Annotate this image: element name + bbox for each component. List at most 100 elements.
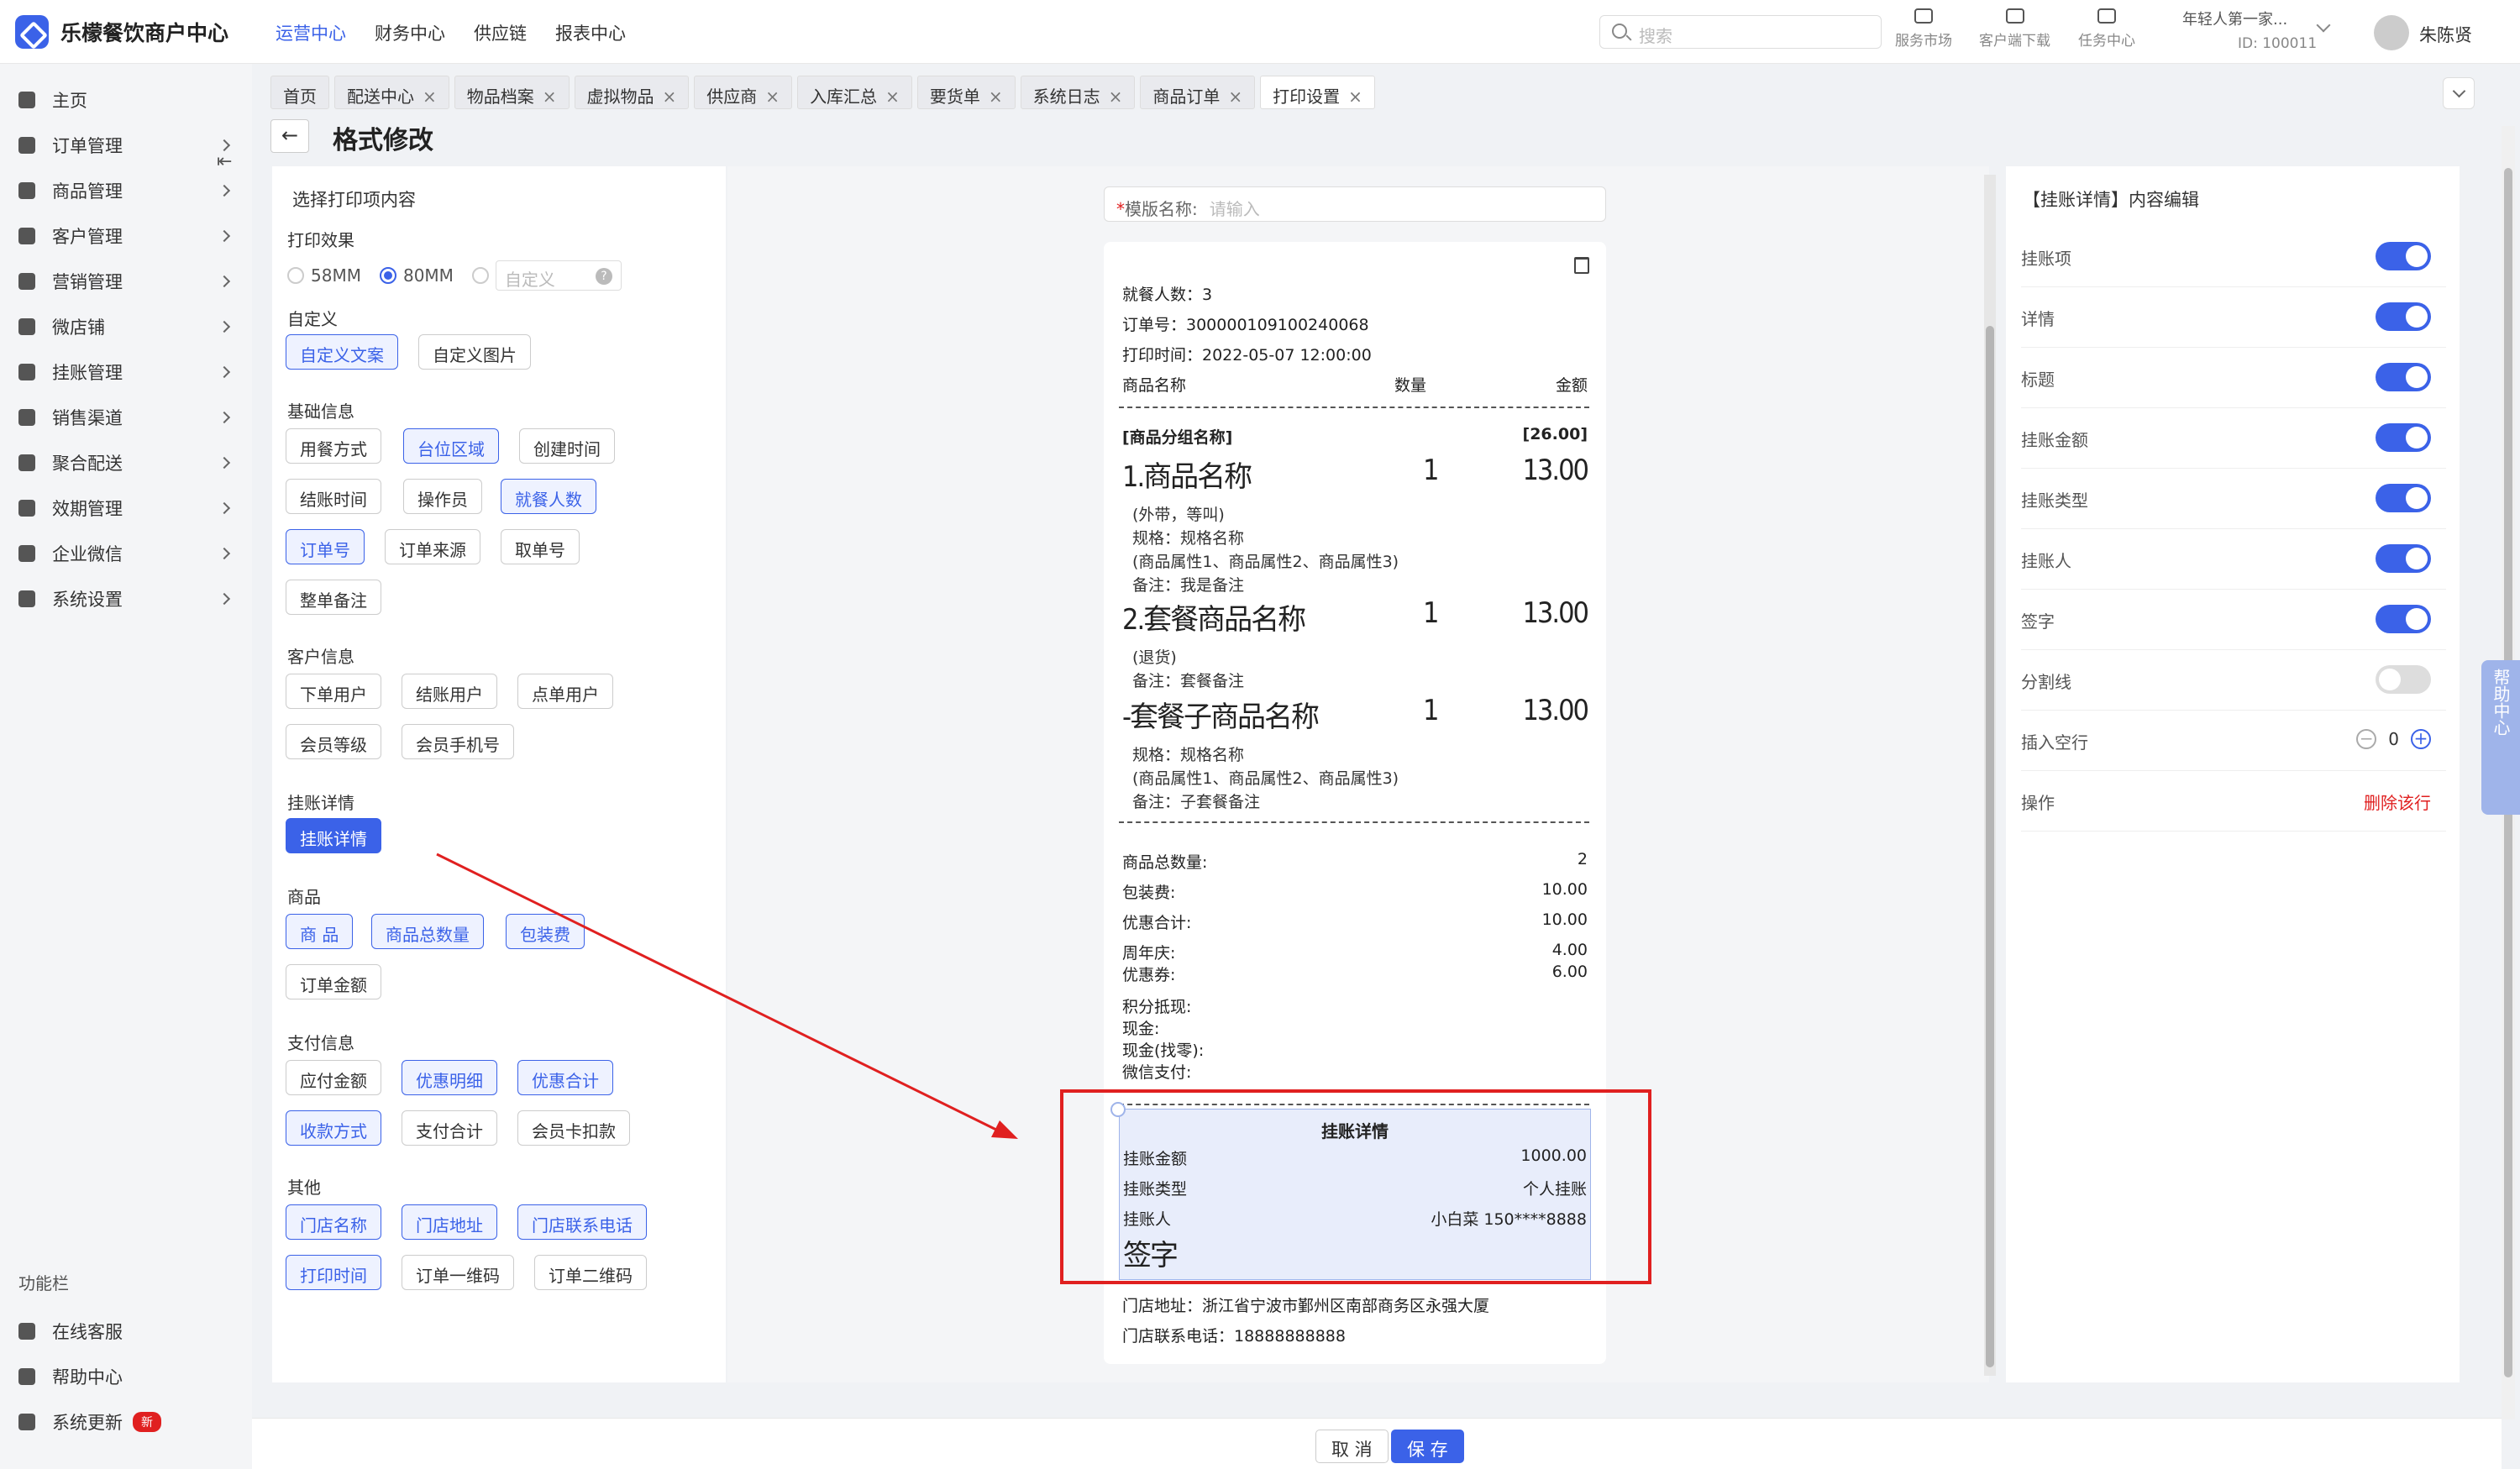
close-icon[interactable]: ×	[765, 87, 780, 107]
delete-row-link[interactable]: 删除该行	[2364, 790, 2431, 814]
chip-store-address[interactable]: 门店地址	[402, 1204, 497, 1240]
store-phone[interactable]: 门店联系电话：18888888888	[1122, 1324, 1346, 1346]
tab-inbound-summary[interactable]: 入库汇总 ×	[797, 76, 912, 109]
client-download-button[interactable]: 客户端下载	[1979, 8, 2050, 50]
toggle-credit-person[interactable]	[2376, 544, 2431, 573]
sidebar-item-home[interactable]: 主页	[18, 87, 237, 113]
item-name[interactable]: 1.商品名称	[1122, 454, 1252, 495]
close-icon[interactable]: ×	[989, 87, 1003, 107]
chip-dining-mode[interactable]: 用餐方式	[286, 428, 381, 464]
chip-order-remark[interactable]: 整单备注	[286, 580, 381, 615]
chip-member-card[interactable]: 会员卡扣款	[517, 1110, 630, 1146]
tab-delivery-center[interactable]: 配送中心 ×	[334, 76, 449, 109]
trash-icon[interactable]	[1574, 257, 1589, 274]
chip-order-barcode[interactable]: 订单一维码	[402, 1255, 514, 1290]
preview-scrollbar[interactable]	[1984, 175, 1996, 1376]
plus-icon[interactable]: +	[2411, 729, 2431, 749]
tab-product-orders[interactable]: 商品订单 ×	[1140, 76, 1256, 109]
chip-diners[interactable]: 就餐人数	[501, 479, 596, 514]
radio-58mm[interactable]	[287, 267, 304, 284]
user-name[interactable]: 朱陈贤	[2419, 22, 2472, 47]
template-name-field[interactable]: *模版名称: 请输入	[1104, 186, 1606, 222]
chip-custom-text[interactable]: 自定义文案	[286, 334, 398, 370]
chip-discount-detail[interactable]: 优惠明细	[402, 1060, 497, 1095]
chip-goods[interactable]: 商 品	[286, 914, 354, 949]
tab-print-settings[interactable]: 打印设置 ×	[1260, 76, 1375, 109]
sidebar-item-wecom[interactable]: 企业微信	[18, 541, 237, 566]
chip-order-no[interactable]: 订单号	[286, 529, 365, 564]
store-address[interactable]: 门店地址：浙江省宁波市鄞州区南部商务区永强大厦	[1122, 1293, 1489, 1316]
toggle-details[interactable]	[2376, 302, 2431, 331]
tab-home[interactable]: 首页	[270, 76, 329, 109]
sidebar-item-credit[interactable]: 挂账管理	[18, 359, 237, 385]
chip-store-name[interactable]: 门店名称	[286, 1204, 381, 1240]
total-label[interactable]: 商品总数量:	[1122, 850, 1207, 873]
chip-payable[interactable]: 应付金额	[286, 1060, 381, 1095]
close-icon[interactable]: ×	[663, 87, 677, 107]
help-center-tab[interactable]: 帮助中心	[2481, 660, 2520, 815]
chip-order-source[interactable]: 订单来源	[385, 529, 480, 564]
chevron-down-icon[interactable]	[2316, 18, 2331, 33]
chip-print-time[interactable]: 打印时间	[286, 1255, 381, 1290]
search-input[interactable]: 搜索	[1599, 15, 1882, 49]
chip-order-user[interactable]: 下单用户	[286, 674, 381, 709]
chip-pickup-no[interactable]: 取单号	[501, 529, 580, 564]
chip-member-phone[interactable]: 会员手机号	[402, 724, 514, 759]
chip-credit-details[interactable]: 挂账详情	[286, 818, 381, 853]
toggle-divider[interactable]	[2376, 665, 2431, 694]
toggle-title[interactable]	[2376, 363, 2431, 391]
sidebar-item-sales-channels[interactable]: 销售渠道	[18, 405, 237, 430]
chip-custom-image[interactable]: 自定义图片	[418, 334, 531, 370]
chip-operator[interactable]: 操作员	[403, 479, 482, 514]
sidebar-item-orders[interactable]: 订单管理	[18, 133, 237, 158]
toggle-credit-amount[interactable]	[2376, 423, 2431, 452]
chip-payment-method[interactable]: 收款方式	[286, 1110, 381, 1146]
sidebar-item-products[interactable]: 商品管理	[18, 178, 237, 203]
toggle-signature[interactable]	[2376, 605, 2431, 633]
sidebar-item-expiry[interactable]: 效期管理	[18, 496, 237, 521]
chip-order-qrcode[interactable]: 订单二维码	[534, 1255, 647, 1290]
top-nav-finance[interactable]: 财务中心	[375, 20, 445, 45]
sidebar-item-micro-store[interactable]: 微店铺	[18, 314, 237, 339]
chip-payment-total[interactable]: 支付合计	[402, 1110, 497, 1146]
close-icon[interactable]: ×	[543, 87, 557, 107]
chip-packing-fee[interactable]: 包装费	[506, 914, 585, 949]
toggle-credit-type[interactable]	[2376, 484, 2431, 512]
minus-icon[interactable]: −	[2356, 729, 2377, 749]
chip-checkout-time[interactable]: 结账时间	[286, 479, 381, 514]
sidebar-item-settings[interactable]: 系统设置	[18, 586, 237, 611]
close-icon[interactable]: ×	[885, 87, 900, 107]
chip-ordering-user[interactable]: 点单用户	[517, 674, 613, 709]
service-market-button[interactable]: 服务市场	[1895, 8, 1952, 50]
total-label[interactable]: 优惠合计:	[1122, 910, 1191, 933]
receipt-diners[interactable]: 就餐人数：3	[1122, 282, 1212, 305]
chip-goods-total-qty[interactable]: 商品总数量	[371, 914, 484, 949]
radio-80mm[interactable]	[379, 267, 396, 284]
chip-checkout-user[interactable]: 结账用户	[402, 674, 497, 709]
receipt-print-time[interactable]: 打印时间：2022-05-07 12:00:00	[1122, 343, 1372, 365]
chip-discount-total[interactable]: 优惠合计	[517, 1060, 613, 1095]
receipt-order-no[interactable]: 订单号：300000109100240068	[1122, 312, 1369, 335]
chip-create-time[interactable]: 创建时间	[519, 428, 615, 464]
sidebar-item-customers[interactable]: 客户管理	[18, 223, 237, 249]
system-update-item[interactable]: 系统更新新	[18, 1409, 237, 1435]
top-nav-reports[interactable]: 报表中心	[555, 20, 626, 45]
help-center-item[interactable]: 帮助中心	[18, 1364, 237, 1389]
close-icon[interactable]: ×	[423, 87, 437, 107]
avatar[interactable]	[2374, 15, 2409, 50]
sidebar-item-delivery[interactable]: 聚合配送	[18, 450, 237, 475]
chip-member-level[interactable]: 会员等级	[286, 724, 381, 759]
close-icon[interactable]: ×	[1348, 87, 1362, 107]
chip-order-amount[interactable]: 订单金额	[286, 964, 381, 999]
chip-store-phone[interactable]: 门店联系电话	[517, 1204, 647, 1240]
toggle-credit-item[interactable]	[2376, 242, 2431, 270]
save-button[interactable]: 保 存	[1391, 1430, 1464, 1463]
back-button[interactable]: ←	[270, 119, 309, 153]
close-icon[interactable]: ×	[1109, 87, 1123, 107]
sidebar-item-marketing[interactable]: 营销管理	[18, 269, 237, 294]
chip-table-area[interactable]: 台位区域	[403, 428, 499, 464]
tab-suppliers[interactable]: 供应商 ×	[694, 76, 793, 109]
close-icon[interactable]: ×	[1228, 87, 1242, 107]
total-label[interactable]: 包装费:	[1122, 880, 1175, 903]
online-support-item[interactable]: 在线客服	[18, 1319, 237, 1344]
